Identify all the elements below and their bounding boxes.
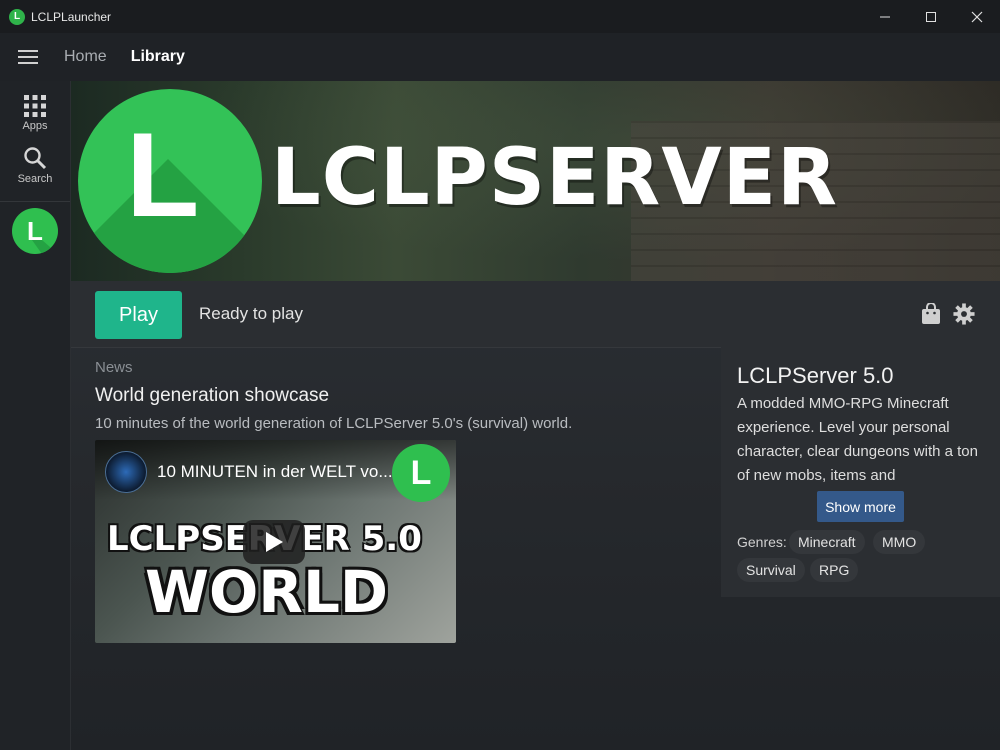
- nav-library[interactable]: Library: [131, 48, 185, 66]
- sidebar-item-label: Search: [17, 172, 53, 185]
- banner-title: LCLPSERVER: [271, 133, 839, 223]
- video-embed[interactable]: 10 MINUTEN in der WELT vo... L LCLPSERVE…: [95, 440, 456, 643]
- news-title[interactable]: World generation showcase: [95, 385, 329, 407]
- search-icon: [24, 146, 47, 169]
- title-bar: L LCLPLauncher: [0, 0, 1000, 33]
- video-thumbnail-text: WORLD: [145, 558, 389, 626]
- menu-icon[interactable]: [18, 50, 38, 64]
- sidebar-divider: [0, 201, 70, 202]
- play-bar: Play Ready to play: [71, 281, 1000, 348]
- library-main: L LCLPSERVER Play Ready to play News Wor…: [71, 81, 1000, 750]
- sidebar-item-label: Apps: [22, 119, 48, 132]
- video-play-button[interactable]: [243, 520, 305, 564]
- news-description: 10 minutes of the world generation of LC…: [95, 415, 573, 432]
- genre-tag[interactable]: Survival: [737, 558, 805, 582]
- banner-logo: L: [78, 89, 262, 273]
- game-banner: L LCLPSERVER: [71, 81, 1000, 281]
- genres-label: Genres:: [737, 534, 787, 550]
- sidebar-item-apps[interactable]: Apps: [0, 87, 70, 139]
- video-title[interactable]: 10 MINUTEN in der WELT vo...: [157, 462, 393, 482]
- genre-tag[interactable]: MMO: [873, 530, 926, 554]
- sidebar-game-lclpserver[interactable]: L: [12, 208, 58, 254]
- shopping-bag-icon[interactable]: [921, 303, 941, 325]
- gear-icon[interactable]: [953, 303, 975, 325]
- nav-home[interactable]: Home: [64, 48, 107, 66]
- genre-tag[interactable]: Minecraft: [789, 530, 865, 554]
- grid-icon: [24, 94, 46, 117]
- maximize-icon: [926, 11, 936, 22]
- genre-tag[interactable]: RPG: [810, 558, 859, 582]
- app-icon: L: [9, 8, 25, 25]
- top-nav: Home Library: [0, 33, 1000, 81]
- maximize-button[interactable]: [908, 0, 954, 33]
- sidebar: Apps Search L: [0, 81, 71, 750]
- game-description: A modded MMO-RPG Minecraft experience. L…: [737, 395, 978, 484]
- game-logo-icon: L: [27, 216, 58, 254]
- minimize-icon: [880, 16, 890, 17]
- channel-avatar[interactable]: [105, 451, 147, 493]
- play-button[interactable]: Play: [95, 291, 182, 339]
- show-more-button[interactable]: Show more: [817, 491, 904, 522]
- video-channel-logo: L: [392, 444, 450, 502]
- minimize-button[interactable]: [862, 0, 908, 33]
- sidebar-item-search[interactable]: Search: [0, 139, 70, 191]
- game-title: LCLPServer 5.0: [737, 363, 894, 388]
- play-icon: [266, 532, 283, 552]
- window-title: LCLPLauncher: [31, 9, 112, 24]
- close-button[interactable]: [954, 0, 1000, 33]
- svg-text:L: L: [27, 216, 43, 246]
- play-status: Ready to play: [199, 304, 303, 323]
- news-section-label: News: [95, 359, 133, 376]
- window-controls: [862, 0, 1000, 33]
- game-info-panel: LCLPServer 5.0 A modded MMO-RPG Minecraf…: [721, 347, 1000, 597]
- close-icon: [971, 11, 983, 22]
